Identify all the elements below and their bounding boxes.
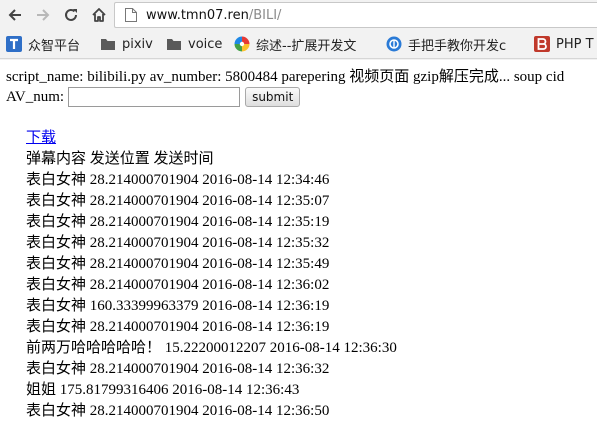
url-path: /BILI/ xyxy=(248,8,282,23)
row-time: 2016-08-14 12:35:07 xyxy=(202,193,330,209)
row-position: 28.214000701904 xyxy=(89,361,199,377)
url-host: www.tmn07.ren xyxy=(146,8,249,23)
list-item: 前两万哈哈哈哈哈！ 15.22200012207 2016-08-14 12:3… xyxy=(26,338,397,359)
list-item: 表白女神 28.214000701904 2016-08-14 12:36:02 xyxy=(26,275,397,296)
list-item: 表白女神 28.214000701904 2016-08-14 12:35:32 xyxy=(26,233,397,254)
bookmark-dev-tutorial[interactable]: 手把手教你开发c xyxy=(386,34,506,54)
download-link[interactable]: 下载 xyxy=(26,130,56,146)
forward-button[interactable] xyxy=(32,4,54,26)
bookmark-extension-docs[interactable]: 综述--扩展开发文 xyxy=(234,34,356,54)
reload-button[interactable] xyxy=(60,4,82,26)
bookmark-voice[interactable]: voice xyxy=(166,34,222,54)
row-position: 28.214000701904 xyxy=(89,235,199,251)
pinwheel-icon xyxy=(234,36,250,52)
header-position: 发送位置 xyxy=(89,151,150,167)
row-position: 28.214000701904 xyxy=(89,403,199,419)
row-time: 2016-08-14 12:35:19 xyxy=(202,214,330,230)
list-item: 表白女神 28.214000701904 2016-08-14 12:35:49 xyxy=(26,254,397,275)
row-time: 2016-08-14 12:35:32 xyxy=(202,235,330,251)
home-icon xyxy=(92,8,106,22)
list-item: 表白女神 28.214000701904 2016-08-14 12:36:50 xyxy=(26,401,397,422)
list-item: 表白女神 28.214000701904 2016-08-14 12:36:32 xyxy=(26,359,397,380)
list-item: 表白女神 160.33399963379 2016-08-14 12:36:19 xyxy=(26,296,397,317)
row-content: 前两万哈哈哈哈哈！ xyxy=(26,340,162,356)
bookmark-php[interactable]: PHP T xyxy=(534,34,594,54)
folder-icon xyxy=(167,39,181,50)
reload-icon xyxy=(65,8,77,21)
bookmark-pixiv[interactable]: pixiv xyxy=(100,34,153,54)
row-content: 表白女神 xyxy=(26,214,87,230)
row-time: 2016-08-14 12:36:02 xyxy=(202,277,330,293)
row-content: 表白女神 xyxy=(26,277,87,293)
row-content: 表白女神 xyxy=(26,172,87,188)
row-position: 28.214000701904 xyxy=(89,193,199,209)
b-logo-icon xyxy=(534,36,550,52)
bookmark-label: 手把手教你开发c xyxy=(408,38,507,54)
row-time: 2016-08-14 12:36:43 xyxy=(172,382,300,398)
address-url: www.tmn07.ren/BILI/ xyxy=(146,7,281,24)
bookmark-label: PHP T xyxy=(556,36,594,52)
forward-arrow-icon xyxy=(37,9,50,21)
list-header: 弹幕内容 发送位置 发送时间 xyxy=(26,149,397,170)
folder-icon xyxy=(101,39,115,50)
danmaku-list: 下载 弹幕内容 发送位置 发送时间 表白女神 28.214000701904 2… xyxy=(26,128,397,422)
row-time: 2016-08-14 12:35:49 xyxy=(202,256,330,272)
header-time: 发送时间 xyxy=(153,151,214,167)
row-position: 28.214000701904 xyxy=(89,319,199,335)
blue-circle-icon xyxy=(386,36,402,52)
row-content: 姐姐 xyxy=(26,382,57,398)
row-time: 2016-08-14 12:36:32 xyxy=(202,361,330,377)
row-content: 表白女神 xyxy=(26,235,87,251)
row-content: 表白女神 xyxy=(26,298,87,314)
browser-toolbar: www.tmn07.ren/BILI/ xyxy=(0,0,597,30)
list-item: 表白女神 28.214000701904 2016-08-14 12:36:19 xyxy=(26,317,397,338)
back-arrow-icon xyxy=(8,9,21,21)
row-time: 2016-08-14 12:36:50 xyxy=(202,403,330,419)
list-item: 表白女神 28.214000701904 2016-08-14 12:35:19 xyxy=(26,212,397,233)
bookmarks-bar: 众智平台 pixiv voice 综述--扩展开发文 手把手教你开发c PHP … xyxy=(0,30,597,59)
row-time: 2016-08-14 12:36:19 xyxy=(202,319,330,335)
bookmark-label: 综述--扩展开发文 xyxy=(256,38,357,54)
t-square-icon xyxy=(6,36,22,52)
bookmark-zhongzhi[interactable]: 众智平台 xyxy=(6,34,80,54)
rows-container: 表白女神 28.214000701904 2016-08-14 12:34:46… xyxy=(26,170,397,422)
row-time: 2016-08-14 12:34:46 xyxy=(202,172,330,188)
home-button[interactable] xyxy=(88,4,110,26)
row-content: 表白女神 xyxy=(26,193,87,209)
row-time: 2016-08-14 12:36:30 xyxy=(269,340,397,356)
list-item: 姐姐 175.81799316406 2016-08-14 12:36:43 xyxy=(26,380,397,401)
list-item: 表白女神 28.214000701904 2016-08-14 12:34:46 xyxy=(26,170,397,191)
address-bar[interactable]: www.tmn07.ren/BILI/ xyxy=(114,2,597,28)
row-position: 28.214000701904 xyxy=(89,277,199,293)
bookmark-label: 众智平台 xyxy=(28,38,81,54)
page-content: script_name: bilibili.py av_number: 5800… xyxy=(0,60,597,425)
av-form: AV_num: submit xyxy=(6,86,301,108)
row-time: 2016-08-14 12:36:19 xyxy=(202,298,330,314)
row-position: 160.33399963379 xyxy=(89,298,199,314)
back-button[interactable] xyxy=(4,4,26,26)
status-line: script_name: bilibili.py av_number: 5800… xyxy=(6,69,565,85)
row-position: 15.22200012207 xyxy=(164,340,267,356)
list-item: 表白女神 28.214000701904 2016-08-14 12:35:07 xyxy=(26,191,397,212)
row-position: 28.214000701904 xyxy=(89,214,199,230)
bookmark-label: voice xyxy=(188,36,223,52)
row-content: 表白女神 xyxy=(26,361,87,377)
av-num-input[interactable] xyxy=(68,87,241,107)
av-num-label: AV_num: xyxy=(6,88,65,105)
row-content: 表白女神 xyxy=(26,256,87,272)
page-icon xyxy=(125,8,137,22)
row-content: 表白女神 xyxy=(26,403,87,419)
row-position: 28.214000701904 xyxy=(89,172,199,188)
submit-button[interactable]: submit xyxy=(245,87,301,107)
row-content: 表白女神 xyxy=(26,319,87,335)
bookmark-label: pixiv xyxy=(122,36,153,52)
browser-chrome: www.tmn07.ren/BILI/ 众智平台 pixiv voice 综述-… xyxy=(0,0,597,60)
row-position: 175.81799316406 xyxy=(59,382,169,398)
row-position: 28.214000701904 xyxy=(89,256,199,272)
header-content: 弹幕内容 xyxy=(26,151,87,167)
